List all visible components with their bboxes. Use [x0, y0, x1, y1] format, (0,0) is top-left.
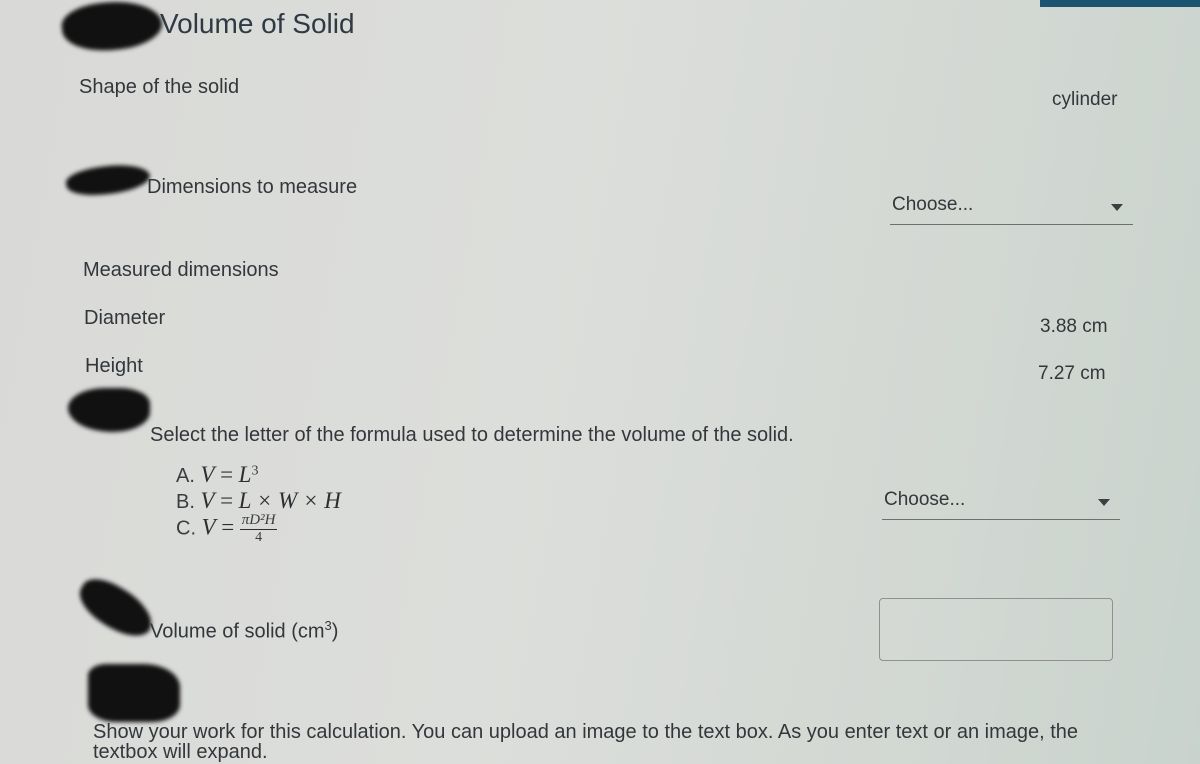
fraction-numerator: πD²H	[239, 512, 278, 530]
formula-lhs: V	[200, 488, 215, 513]
volume-label-text: Volume of solid (cm	[150, 620, 325, 643]
formula-equals: =	[221, 514, 235, 540]
redaction-mark	[71, 570, 161, 646]
formula-equals: =	[220, 462, 234, 487]
redaction-mark	[59, 0, 165, 56]
redaction-mark	[88, 664, 180, 722]
volume-label-close: )	[331, 620, 339, 643]
formula-prompt: Select the letter of the formula used to…	[150, 424, 794, 446]
formula-option-c: C. V = πD²H 4	[176, 512, 278, 546]
formula-option-a: A. V = L3	[176, 462, 258, 488]
option-letter: B.	[176, 491, 195, 513]
diameter-label: Diameter	[84, 307, 166, 329]
formula-option-b: B. V = L × W × H	[176, 488, 341, 514]
redaction-mark	[68, 388, 150, 432]
page-title: Volume of Solid	[160, 8, 355, 39]
shape-value: cylinder	[1052, 89, 1118, 110]
chevron-down-icon	[1111, 204, 1123, 211]
redaction-mark	[64, 160, 152, 200]
volume-input[interactable]	[879, 598, 1113, 661]
height-value: 7.27 cm	[1038, 363, 1106, 384]
formula-fraction: πD²H 4	[239, 512, 278, 546]
formula-rhs: L × W × H	[238, 488, 341, 513]
formula-select[interactable]: Choose...	[882, 485, 1120, 520]
dimensions-select-value: Choose...	[892, 194, 974, 215]
dimensions-label: Dimensions to measure	[147, 176, 358, 198]
formula-rhs: L	[238, 462, 252, 487]
dimensions-select[interactable]: Choose...	[890, 190, 1133, 225]
measured-heading: Measured dimensions	[83, 259, 279, 281]
height-label: Height	[85, 355, 143, 377]
formula-equals: =	[220, 488, 234, 513]
fraction-denominator: 4	[255, 530, 263, 545]
top-accent-bar	[1040, 0, 1200, 7]
formula-select-value: Choose...	[884, 489, 966, 510]
option-letter: C.	[176, 517, 196, 540]
option-letter: A.	[176, 465, 195, 487]
diameter-value: 3.88 cm	[1040, 316, 1108, 337]
chevron-down-icon	[1098, 499, 1110, 506]
work-instructions-line2: textbox will expand.	[93, 741, 268, 763]
formula-lhs: V	[200, 462, 215, 487]
volume-label-exponent: 3	[324, 618, 332, 633]
shape-label: Shape of the solid	[79, 76, 240, 98]
volume-label: Volume of solid (cm3)	[150, 618, 338, 644]
formula-lhs: V	[201, 514, 216, 540]
formula-exponent: 3	[251, 463, 259, 479]
